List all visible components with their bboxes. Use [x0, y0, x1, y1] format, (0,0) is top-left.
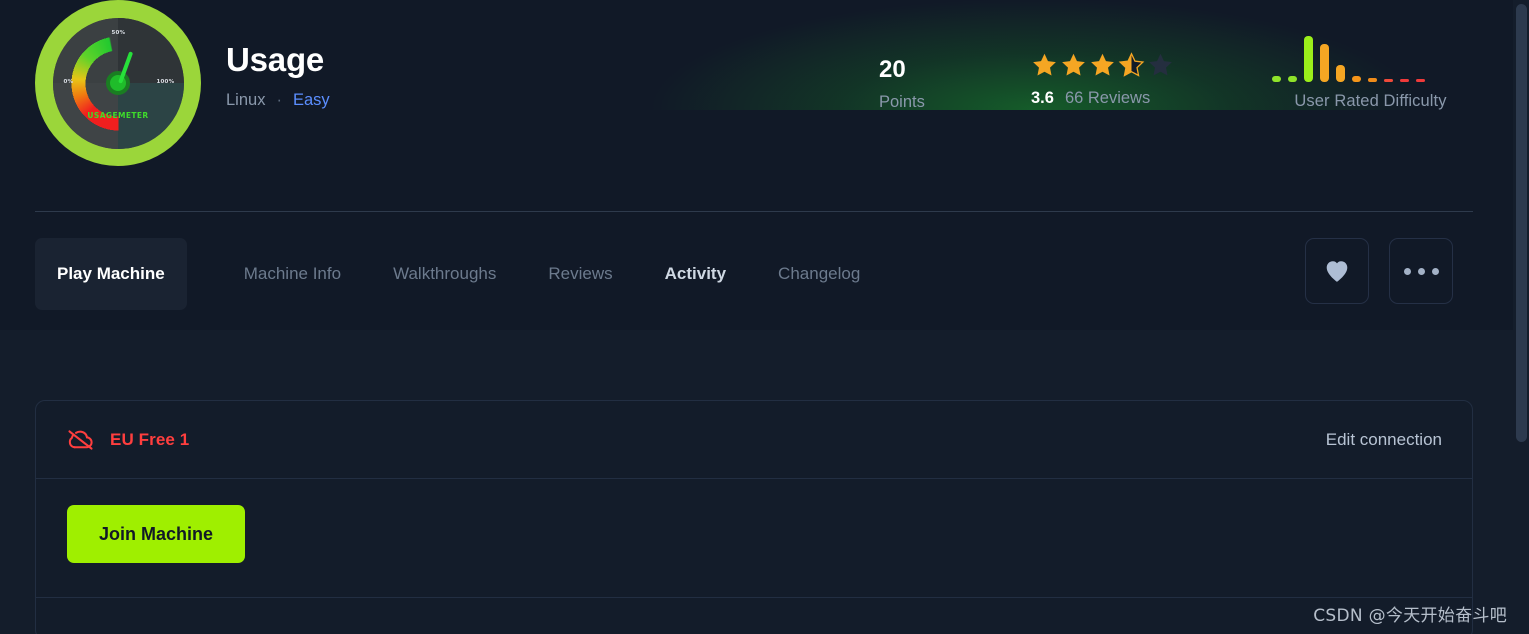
- meta-separator: ·: [276, 91, 282, 110]
- rating-value: 3.6: [1031, 89, 1054, 107]
- gauge-label: USAGEMETER: [87, 110, 149, 120]
- machine-title-block: Usage Linux · Easy: [226, 41, 330, 110]
- machine-meta: Linux · Easy: [226, 91, 330, 110]
- header-actions: [1305, 238, 1453, 304]
- tab-reviews[interactable]: Reviews: [522, 238, 638, 310]
- star-filled-icon: [1033, 53, 1056, 76]
- difficulty-bar: [1304, 36, 1313, 82]
- points-value: 20: [879, 56, 906, 83]
- tab-play-machine[interactable]: Play Machine: [35, 238, 187, 310]
- connection-card: EU Free 1 Edit connection Join Machine: [35, 400, 1473, 634]
- difficulty-bar: [1272, 76, 1281, 82]
- connection-status: EU Free 1: [67, 429, 189, 451]
- machine-avatar: 0% 50% 100% USAGEMETER: [35, 0, 201, 166]
- reviews-count[interactable]: 66 Reviews: [1065, 89, 1150, 108]
- difficulty-bar: [1320, 44, 1329, 82]
- star-empty-icon: [1149, 53, 1172, 76]
- machine-header: 0% 50% 100% USAGEMETER Usage Linux · Eas…: [0, 0, 1513, 330]
- gauge-tick-max: 100%: [156, 78, 175, 85]
- edit-connection-link[interactable]: Edit connection: [1326, 430, 1442, 450]
- gauge-hub: [106, 71, 130, 95]
- stat-points: 20 Points: [879, 57, 925, 112]
- difficulty-bar: [1400, 79, 1409, 82]
- join-machine-button[interactable]: Join Machine: [67, 505, 246, 563]
- ellipsis-icon: [1403, 267, 1439, 275]
- tab-machine-info[interactable]: Machine Info: [218, 238, 367, 310]
- tab-walkthroughs[interactable]: Walkthroughs: [367, 238, 522, 310]
- points-label: Points: [879, 93, 925, 112]
- machine-body: EU Free 1 Edit connection Join Machine: [0, 330, 1513, 634]
- difficulty-bar: [1384, 79, 1393, 82]
- star-half-icon: [1118, 52, 1145, 77]
- tab-activity[interactable]: Activity: [639, 238, 752, 310]
- rating-summary: 3.6 66 Reviews: [1031, 89, 1174, 108]
- page-scrollbar-track[interactable]: [1513, 0, 1529, 634]
- difficulty-bar: [1352, 76, 1361, 82]
- tab-changelog[interactable]: Changelog: [752, 238, 886, 310]
- connection-server-name: EU Free 1: [110, 429, 190, 449]
- cloud-off-icon: [68, 429, 93, 450]
- gauge-tick-min: 0%: [63, 78, 74, 85]
- watermark: CSDN @今天开始奋斗吧: [1313, 606, 1507, 626]
- header-content: 0% 50% 100% USAGEMETER Usage Linux · Eas…: [0, 0, 1513, 212]
- heart-icon: [1326, 261, 1348, 282]
- star-rating[interactable]: [1031, 52, 1174, 78]
- page-root: 0% 50% 100% USAGEMETER Usage Linux · Eas…: [0, 0, 1529, 634]
- difficulty-bar: [1368, 78, 1377, 82]
- difficulty-bar: [1336, 65, 1345, 82]
- connection-actions: Join Machine: [36, 479, 1472, 599]
- page-title: Usage: [226, 41, 325, 78]
- machine-tabs: Play Machine Machine Info Walkthroughs Revi…: [35, 238, 886, 310]
- gauge-meter-icon: 0% 50% 100% USAGEMETER: [52, 17, 184, 149]
- machine-os: Linux: [226, 91, 266, 110]
- machine-difficulty[interactable]: Easy: [293, 91, 330, 110]
- difficulty-bars: [1268, 36, 1473, 82]
- connection-header: EU Free 1 Edit connection: [36, 401, 1472, 478]
- star-filled-icon: [1062, 53, 1085, 76]
- gauge-tick-mid: 50%: [111, 29, 126, 36]
- difficulty-bar: [1288, 76, 1297, 82]
- difficulty-chart-label: User Rated Difficulty: [1294, 92, 1447, 110]
- page-scrollbar-thumb[interactable]: [1516, 4, 1527, 442]
- star-filled-icon: [1091, 53, 1114, 76]
- more-options-button[interactable]: [1389, 238, 1453, 304]
- favorite-button[interactable]: [1305, 238, 1369, 304]
- difficulty-chart: User Rated Difficulty: [1268, 36, 1473, 111]
- card-divider-bottom: [36, 597, 1472, 598]
- difficulty-bar: [1416, 79, 1425, 82]
- stat-rating: 3.6 66 Reviews: [1031, 52, 1174, 108]
- header-divider: [35, 211, 1473, 212]
